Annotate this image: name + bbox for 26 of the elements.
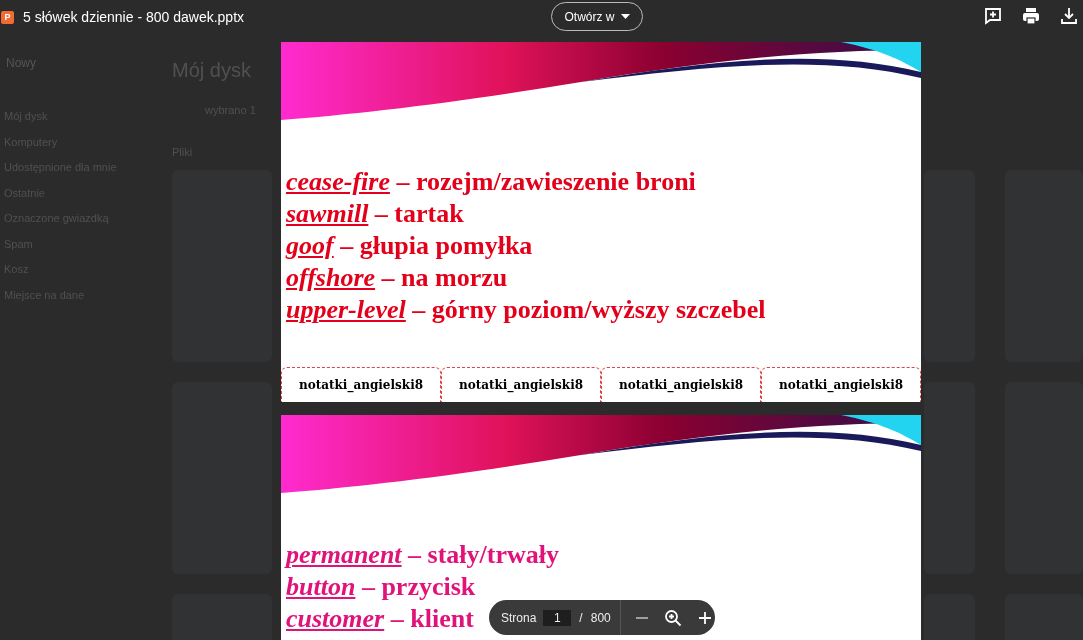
zoom-icon	[663, 607, 683, 628]
file-title: 5 słówek dziennie - 800 dawek.pptx	[23, 9, 245, 25]
zoom-button[interactable]	[663, 607, 683, 628]
download-icon[interactable]	[1059, 6, 1079, 26]
open-with-button[interactable]: Otwórz w	[551, 2, 643, 31]
footer-label: notatki_angielski8	[441, 367, 601, 402]
vocabulary-line: offshore – na morzu	[286, 262, 508, 294]
footer-label: notatki_angielski8	[601, 367, 761, 402]
minus-icon	[635, 616, 648, 619]
file-type-badge: P	[1, 10, 14, 24]
footer-label: notatki_angielski8	[281, 367, 441, 402]
vocabulary-line: goof – głupia pomyłka	[286, 230, 533, 262]
caret-icon	[620, 14, 630, 19]
vocabulary-line: button – przycisk	[286, 571, 476, 603]
page-total: 800	[590, 610, 611, 625]
page-number-field[interactable]: 1	[543, 609, 572, 626]
vocabulary-line: upper-level – górny poziom/wyższy szczebel	[286, 294, 766, 326]
vocabulary-line: sawmill – tartak	[286, 198, 464, 230]
vocabulary-line: permanent – stały/trwały	[286, 539, 559, 571]
page-separator: /	[579, 610, 583, 625]
page-label: Strona	[501, 610, 537, 625]
vocabulary-line: cease-fire – rozejm/zawieszenie broni	[286, 166, 696, 198]
print-icon[interactable]	[1021, 6, 1041, 26]
add-comment-icon[interactable]	[983, 6, 1003, 26]
vocabulary-line: customer – klient	[286, 603, 474, 635]
footer-label: notatki_angielski8	[761, 367, 921, 402]
